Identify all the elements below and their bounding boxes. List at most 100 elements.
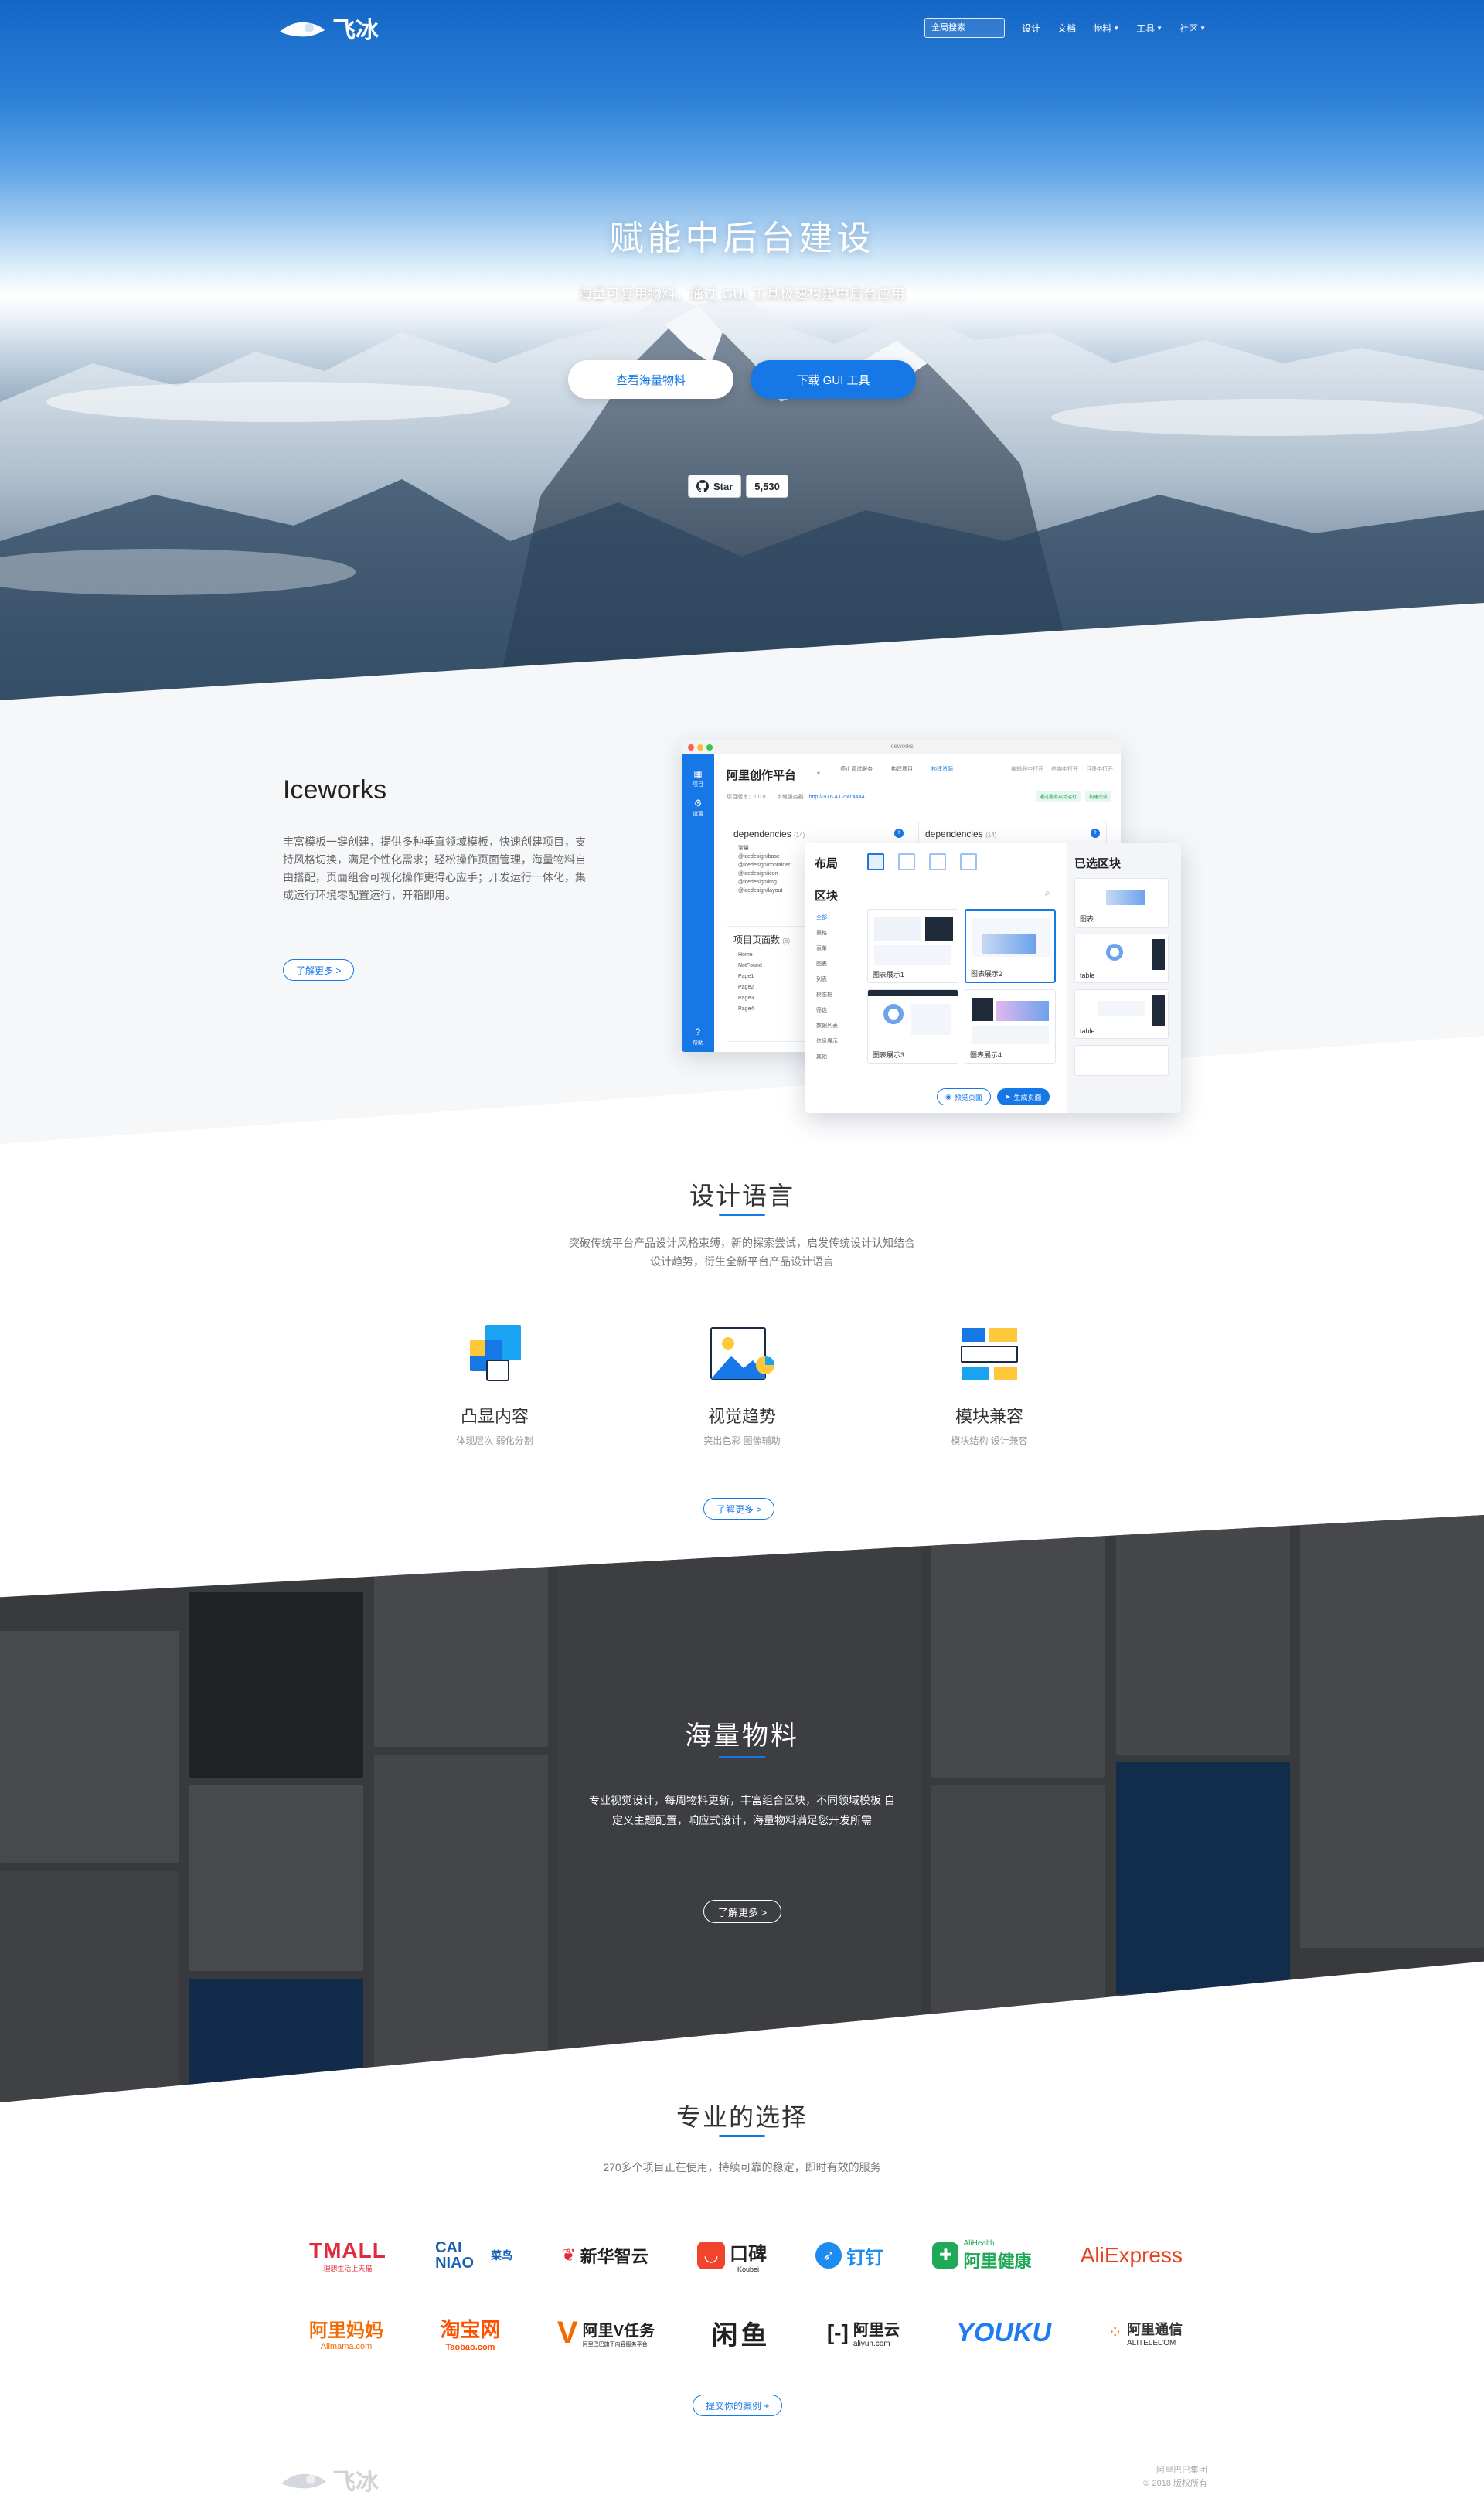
category-item[interactable]: 图表 xyxy=(816,957,838,972)
view-materials-button[interactable]: 查看海量物料 xyxy=(568,360,733,399)
open-action[interactable]: 终端中打开 xyxy=(1051,765,1078,773)
iceworks-title: Iceworks xyxy=(283,775,387,805)
server-info: 本地服务器：http://30.6.43.250:4444 xyxy=(777,793,865,801)
nav-link-community[interactable]: 社区 ▼ xyxy=(1179,22,1206,35)
design-more-button[interactable]: 了解更多 > xyxy=(703,1498,775,1520)
status-badge: 通过服务启动运行 xyxy=(1035,791,1081,802)
selected-block[interactable]: table xyxy=(1074,989,1169,1039)
partner-sub: Taobao.com xyxy=(445,2342,495,2352)
nav-link-docs[interactable]: 文档 xyxy=(1057,22,1076,35)
category-item[interactable]: 模态框 xyxy=(816,988,838,1003)
search-icon[interactable]: ⌕ xyxy=(1045,887,1050,899)
category-item[interactable]: 数据列表 xyxy=(816,1019,838,1034)
category-item[interactable]: 信息展示 xyxy=(816,1034,838,1050)
dingtalk-logo: ➶ 钉钉 xyxy=(815,2234,883,2277)
list-item: Page3 xyxy=(738,996,754,1001)
block-thumbnail[interactable]: 图表展示1 xyxy=(867,909,958,983)
block-categories: 全部 表格 表单 图表 列表 模态框 筛选 数据列表 信息展示 其他 xyxy=(816,911,838,1065)
feature-title: 模块兼容 xyxy=(955,1407,1023,1426)
block-thumbnail[interactable]: 图表展示4 xyxy=(965,989,1056,1064)
partners-title: 专业的选择 xyxy=(676,2103,808,2131)
thumb-dark-area xyxy=(972,998,993,1021)
logo[interactable]: 飞冰 xyxy=(278,11,379,45)
top-action[interactable]: 停止调试服务 xyxy=(840,765,873,773)
iceworks-more-button[interactable]: 了解更多 > xyxy=(283,959,355,981)
selected-block[interactable] xyxy=(1074,1045,1169,1076)
layers-icon xyxy=(470,1325,521,1381)
iceworks-screenshot-blocks: 布局 区块 ⌕ 全部 表格 表单 图表 列表 模态框 筛选 数据列表 信息展示 … xyxy=(805,843,1181,1113)
footer-rights: © 2018 版权所有 xyxy=(1143,2479,1207,2488)
list-item: @icedesign/img xyxy=(738,880,777,885)
nav-link-design[interactable]: 设计 xyxy=(1022,22,1040,35)
global-search-input[interactable] xyxy=(924,18,1006,38)
github-icon xyxy=(696,480,709,492)
top-action[interactable]: 构建项目 xyxy=(891,765,913,773)
partner-name: 淘宝网 xyxy=(440,2317,501,2341)
panel-title: dependencies (14) xyxy=(925,829,996,839)
version-label: 项目版本：1.0.0 xyxy=(727,795,766,800)
thumb-bars xyxy=(982,934,1036,954)
thumb-chart-area xyxy=(874,917,921,941)
partner-name: 阿里妈妈 xyxy=(309,2320,383,2341)
server-label: 本地服务器： xyxy=(776,795,809,800)
category-item[interactable]: 全部 xyxy=(816,911,838,926)
footer-logo[interactable]: 飞冰 xyxy=(280,2463,379,2497)
materials-more-button[interactable]: 了解更多 > xyxy=(703,1900,782,1923)
github-star-count[interactable]: 5,530 xyxy=(746,475,788,498)
caret-down-icon: ▼ xyxy=(1113,24,1120,32)
cainiao-logo: CAI NIAO 菜鸟 xyxy=(435,2234,512,2277)
github-star-button[interactable]: Star xyxy=(688,475,742,498)
open-action[interactable]: 编辑器中打开 xyxy=(1011,765,1043,773)
help-icon: ? xyxy=(695,1026,701,1037)
design-section-title: 设计语言 xyxy=(689,1182,795,1210)
partner-logos-row-2: 阿里妈妈 Alimama.com 淘宝网 Taobao.com V 阿里V任务 … xyxy=(309,2311,1183,2354)
selected-block[interactable]: table xyxy=(1074,934,1169,983)
layout-option-icon[interactable] xyxy=(929,853,946,870)
thumb-dark-area xyxy=(1152,939,1165,970)
chevron-down-icon: ▾ xyxy=(817,770,821,777)
caret-down-icon: ▼ xyxy=(1200,24,1206,32)
category-item[interactable]: 列表 xyxy=(816,972,838,988)
window-title: Iceworks xyxy=(889,743,914,750)
page: 飞冰 设计 文档 物料▼ 工具▼ 社区▼ 赋能中后台建设 海量可复用物料，通过 … xyxy=(0,0,1484,2502)
layout-option-icon[interactable] xyxy=(898,853,915,870)
block-thumbnail[interactable]: 图表展示3 xyxy=(867,989,958,1064)
category-item[interactable]: 表单 xyxy=(816,941,838,957)
preview-page-button[interactable]: ◉ 预览页面 xyxy=(937,1088,991,1105)
button-label: 预览页面 xyxy=(954,1093,982,1101)
partner-logos-row-1: TMALL 理想生活上天猫 CAI NIAO 菜鸟 ❦ 新华智云 ◡ 口碑 Ko… xyxy=(309,2234,1183,2277)
category-item[interactable]: 表格 xyxy=(816,926,838,941)
category-item[interactable]: 其他 xyxy=(816,1050,838,1065)
block-thumbnail-selected[interactable]: 图表展示2 xyxy=(965,909,1056,983)
server-url[interactable]: http://30.6.43.250:4444 xyxy=(809,795,865,800)
ice-logo-icon xyxy=(281,2473,326,2489)
description-line: 突破传统平台产品设计风格束缚，新的探索尝试，启发传统设计认知结合 xyxy=(569,1237,915,1249)
partner-sub: ALITELECOM xyxy=(1126,2338,1176,2347)
youku-logo: YOUKU xyxy=(956,2311,1051,2354)
add-icon[interactable]: + xyxy=(1091,829,1100,838)
selected-block[interactable]: 图表 xyxy=(1074,878,1169,928)
panel-count: (14) xyxy=(985,832,997,839)
list-item: Page4 xyxy=(738,1006,754,1012)
add-icon[interactable]: + xyxy=(894,829,904,838)
nav-link-tools[interactable]: 工具 ▼ xyxy=(1136,22,1162,35)
nav-right: 设计 文档 物料▼ 工具▼ 社区▼ xyxy=(924,18,1206,38)
thumbnail-caption: table xyxy=(1080,1027,1095,1035)
page-list: Home NotFound Page1 Page2 Page3 Page4 xyxy=(738,950,762,1015)
generate-page-button[interactable]: ➤ 生成页面 xyxy=(997,1088,1050,1105)
category-item[interactable]: 筛选 xyxy=(816,1003,838,1019)
open-action[interactable]: 目录中打开 xyxy=(1086,765,1113,773)
layout-option-icon[interactable] xyxy=(960,853,977,870)
feature-visual-trend: 视觉趋势 突出色彩 图像辅助 xyxy=(649,1323,835,1447)
thumb-table-area xyxy=(1098,1001,1145,1016)
status-badge: 构建完成 xyxy=(1084,791,1111,802)
alihealth-text: AliHealth 阿里健康 xyxy=(963,2239,1031,2272)
layout-option-icon[interactable] xyxy=(867,853,884,870)
thumb-table-area xyxy=(972,1026,1049,1044)
download-gui-button[interactable]: 下载 GUI 工具 xyxy=(751,360,916,399)
nav-link-label: 社区 xyxy=(1179,22,1199,34)
submit-case-button[interactable]: 提交你的案例 + xyxy=(693,2395,783,2416)
nav-link-materials[interactable]: 物料 ▼ xyxy=(1093,22,1119,35)
app-top-actions: 停止调试服务 构建项目 构建资源 xyxy=(840,765,953,773)
top-action[interactable]: 构建资源 xyxy=(931,765,953,773)
